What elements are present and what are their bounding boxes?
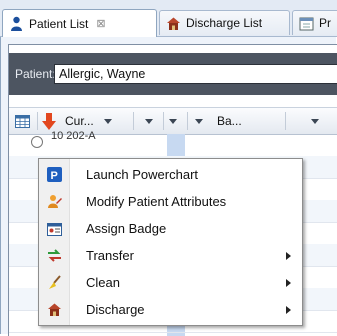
patient-label: Patient: [15, 67, 56, 81]
column-label: Ba... [217, 114, 242, 128]
row-expander-icon[interactable] [31, 136, 43, 148]
menu-item-label: Clean [86, 275, 120, 290]
grid-icon[interactable] [15, 108, 30, 134]
calendar-icon [299, 16, 314, 31]
powerchart-icon: P [47, 167, 62, 182]
broom-icon [47, 275, 62, 290]
row-cell-text: 10 202-A [51, 130, 96, 142]
svg-text:P: P [51, 170, 58, 182]
menu-item-label: Transfer [86, 248, 134, 263]
chevron-down-icon[interactable] [103, 118, 112, 124]
down-arrow-icon [42, 112, 56, 130]
column-blank-3[interactable] [311, 108, 319, 134]
chevron-down-icon[interactable] [311, 118, 319, 124]
tab-pr[interactable]: Pr [292, 10, 337, 35]
menu-item-label: Launch Powerchart [86, 167, 199, 182]
tab-patient-list[interactable]: Patient List ⊠ [2, 9, 157, 37]
patient-name-field[interactable]: Allergic, Wayne [54, 64, 337, 84]
table-row[interactable]: 10 202-A [9, 130, 337, 157]
tab-label: Discharge List [186, 16, 263, 30]
menu-item-label: Discharge [86, 302, 145, 317]
tab-discharge-list[interactable]: Discharge List [159, 10, 290, 35]
column-label: Cur... [65, 114, 94, 128]
column-blank-1[interactable] [145, 108, 153, 134]
tab-label: Patient List [29, 16, 89, 31]
column-blank-2[interactable] [169, 108, 177, 134]
menu-item-assign-badge[interactable]: Assign Badge [39, 215, 302, 242]
menu-item-label: Modify Patient Attributes [86, 194, 227, 209]
submenu-arrow-icon [286, 252, 291, 260]
menu-item-clean[interactable]: Clean [39, 269, 302, 296]
transfer-icon [47, 248, 62, 263]
chevron-down-icon[interactable] [145, 118, 153, 124]
submenu-arrow-icon [286, 306, 291, 314]
chevron-down-icon[interactable] [195, 118, 203, 124]
menu-item-label: Assign Badge [86, 221, 167, 236]
patient-bar: Patient: Allergic, Wayne [9, 53, 337, 95]
badge-icon [47, 221, 62, 236]
chevron-down-icon[interactable] [169, 118, 177, 124]
context-menu: P Launch Powerchart Modify Patient Attri… [38, 158, 303, 326]
menu-item-transfer[interactable]: Transfer [39, 242, 302, 269]
close-icon[interactable]: ⊠ [96, 17, 105, 30]
tab-bar: Patient List ⊠ Discharge List Pr [0, 0, 337, 37]
column-ba[interactable]: Ba... [195, 108, 242, 134]
person-icon [9, 16, 24, 31]
house-icon [166, 16, 181, 31]
menu-item-modify-patient-attributes[interactable]: Modify Patient Attributes [39, 188, 302, 215]
submenu-arrow-icon [286, 279, 291, 287]
house-icon [47, 302, 62, 317]
user-edit-icon [47, 194, 62, 209]
tab-label: Pr [319, 16, 331, 30]
menu-item-discharge[interactable]: Discharge [39, 296, 302, 323]
menu-item-launch-powerchart[interactable]: P Launch Powerchart [39, 161, 302, 188]
